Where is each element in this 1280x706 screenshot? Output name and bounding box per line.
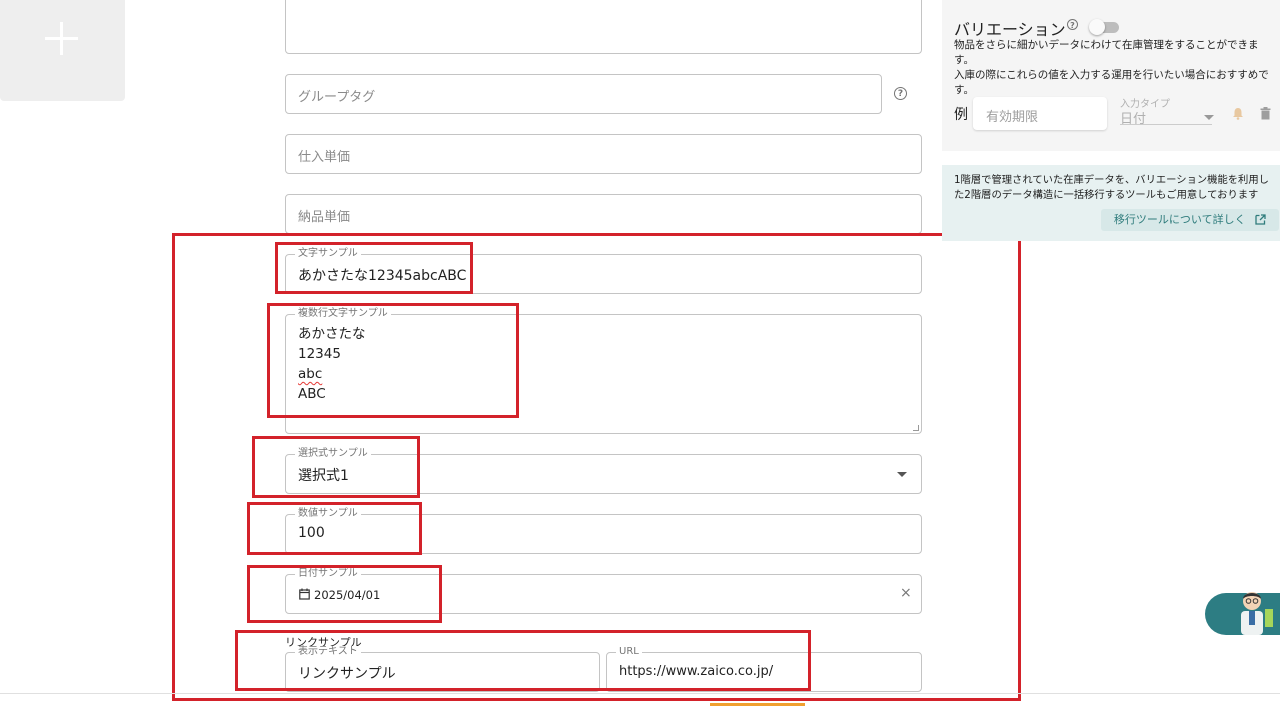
input-type-select[interactable]: 日付 bbox=[1120, 107, 1214, 127]
migration-description: 1階層で管理されていた在庫データを、バリエーション機能を利用し た2階層のデータ… bbox=[954, 173, 1278, 203]
variation-description: 物品をさらに細かいデータにわけて在庫管理をすることができます。 入庫の際にこれら… bbox=[954, 38, 1276, 98]
chat-support-button[interactable] bbox=[1205, 592, 1280, 635]
variation-desc-line: 入庫の際にこれらの値を入力する運用を行いたい場合におすすめで bbox=[954, 69, 1269, 81]
input-type-value: 日付 bbox=[1120, 112, 1147, 127]
example-label: 例 bbox=[954, 107, 968, 123]
migration-desc-line: 1階層で管理されていた在庫データを、バリエーション機能を利用し bbox=[954, 174, 1269, 186]
external-link-icon bbox=[1255, 214, 1266, 225]
delivery-price-placeholder: 納品単価 bbox=[298, 210, 351, 225]
group-tag-input[interactable]: グループタグ bbox=[285, 74, 882, 114]
migration-panel: 1階層で管理されていた在庫データを、バリエーション機能を利用し た2階層のデータ… bbox=[942, 165, 1280, 241]
purchase-price-input[interactable]: 仕入単価 bbox=[285, 134, 922, 174]
migration-tool-button[interactable]: 移行ツールについて詳しく bbox=[1101, 209, 1279, 231]
plus-icon-bar bbox=[45, 37, 78, 40]
footer-divider bbox=[0, 693, 1280, 694]
description-textarea[interactable] bbox=[285, 0, 922, 54]
delivery-price-input[interactable]: 納品単価 bbox=[285, 194, 922, 234]
variation-desc-line: す。 bbox=[954, 84, 974, 96]
example-name-input[interactable]: 有効期限 bbox=[973, 97, 1107, 130]
variation-title: バリエーション bbox=[954, 20, 1066, 39]
annotation-box bbox=[235, 630, 811, 691]
trash-icon[interactable] bbox=[1260, 107, 1271, 120]
help-icon[interactable]: ? bbox=[894, 87, 907, 100]
support-avatar-icon bbox=[1241, 592, 1273, 635]
help-icon[interactable]: ? bbox=[1067, 19, 1078, 30]
migration-desc-line: た2階層のデータ構造に一括移行するツールもご用意しております bbox=[954, 189, 1259, 201]
toggle-knob bbox=[1089, 19, 1105, 35]
chevron-down-icon bbox=[1204, 115, 1214, 120]
example-placeholder: 有効期限 bbox=[986, 110, 1039, 125]
variation-toggle[interactable] bbox=[1089, 19, 1121, 35]
annotation-box bbox=[247, 502, 422, 555]
annotation-box bbox=[275, 242, 473, 294]
add-image-tile[interactable] bbox=[0, 0, 125, 101]
annotation-box bbox=[267, 303, 519, 418]
annotation-box bbox=[247, 565, 442, 623]
annotation-box bbox=[252, 436, 420, 498]
variation-desc-line: 物品をさらに細かいデータにわけて在庫管理をすることができます。 bbox=[954, 39, 1259, 66]
notification-bell-icon[interactable] bbox=[1232, 107, 1244, 120]
variation-panel: バリエーション ? 物品をさらに細かいデータにわけて在庫管理をすることができます… bbox=[942, 0, 1280, 151]
migration-tool-button-label: 移行ツールについて詳しく bbox=[1113, 213, 1246, 226]
group-tag-placeholder: グループタグ bbox=[298, 90, 376, 105]
purchase-price-placeholder: 仕入単価 bbox=[298, 150, 351, 165]
